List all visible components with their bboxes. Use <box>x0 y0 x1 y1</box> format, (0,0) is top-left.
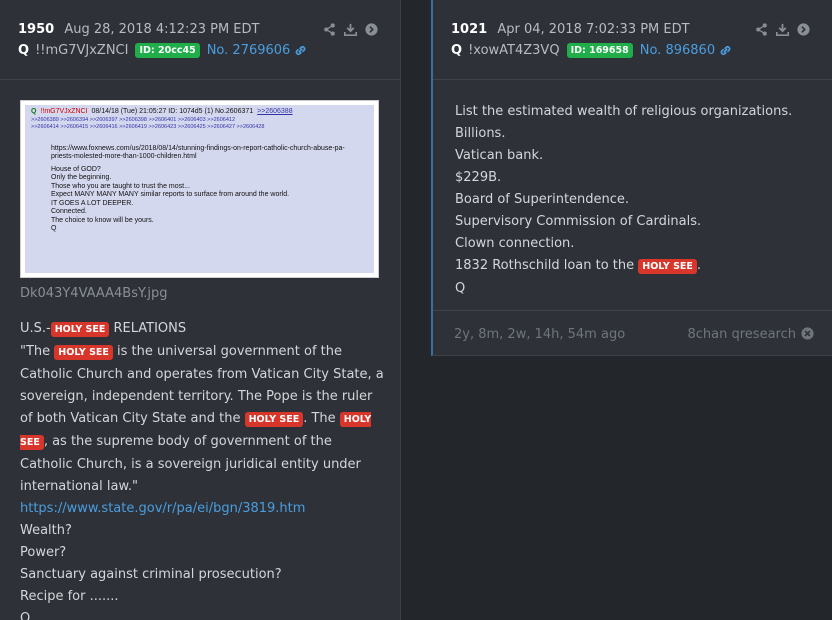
image-line: House of GOD? <box>51 165 101 173</box>
post-number-link[interactable]: No. 2769606 <box>207 43 291 58</box>
post-header: 1021 Apr 04, 2018 7:02:33 PM EDT Q !xowA… <box>433 0 832 80</box>
text-span: 1832 Rothschild loan to the <box>455 258 639 273</box>
link-icon[interactable] <box>719 44 732 57</box>
image-line: Q <box>51 225 57 232</box>
text-line: Recipe for ....... <box>20 589 119 604</box>
text-line: 1832 Rothschild loan to the HOLY SEE. <box>455 255 815 278</box>
text-line: $229B. <box>455 170 502 185</box>
text-line: Power? <box>20 545 67 560</box>
close-icon[interactable] <box>801 327 814 340</box>
id-badge: ID: 20cc45 <box>135 43 200 58</box>
post-header: 1950 Aug 28, 2018 4:12:23 PM EDT Q !!mG7… <box>0 0 400 80</box>
text-line: Wealth? <box>20 523 72 538</box>
image-trip: !!mG7VJxZNCI <box>40 108 88 115</box>
post-footer: 2y, 8m, 2w, 14h, 54m ago 8chan qresearch <box>433 310 832 356</box>
post-author-row: Q !xowAT4Z3VQ ID: 169658 No. 896860 <box>451 43 732 58</box>
download-icon[interactable] <box>776 21 789 36</box>
id-badge: ID: 169658 <box>566 43 633 58</box>
image-filename[interactable]: Dk043Y4VAAA4BsY.jpg <box>20 286 386 301</box>
image-content: Q !!mG7VJxZNCI 08/14/18 (Tue) 21:05:27 I… <box>25 105 374 273</box>
text-line: Supervisory Commission of Cardinals. <box>455 214 702 229</box>
share-icon[interactable] <box>755 21 768 36</box>
source-link[interactable]: https://www.state.gov/r/pa/ei/bgn/3819.h… <box>20 498 385 520</box>
post-actions <box>323 21 378 36</box>
text-span: . <box>696 258 702 273</box>
image-header: Q !!mG7VJxZNCI 08/14/18 (Tue) 21:05:27 I… <box>31 108 368 117</box>
image-line: Connected. <box>51 208 87 215</box>
text-span: , as the supreme body of government of t… <box>20 434 361 494</box>
holy-see-badge: HOLY SEE <box>54 345 113 360</box>
share-icon[interactable] <box>323 21 336 36</box>
text-span: . The <box>303 411 340 426</box>
text-line: U.S.- HOLY SEE RELATIONS <box>20 318 385 341</box>
arrow-right-icon[interactable] <box>365 21 378 36</box>
image-line: The choice to know will be yours. <box>51 216 154 224</box>
image-ref: >>2606388 <box>257 108 293 115</box>
image-line: Expect MANY MANY MANY similar reports to… <box>51 191 290 198</box>
post-meta: 1950 Aug 28, 2018 4:12:23 PM EDT <box>18 22 259 37</box>
image-refs-1: >>2606389 >>2606394 >>2606397 >>2606398 … <box>31 116 236 123</box>
source-label[interactable]: 8chan qresearch <box>688 327 797 342</box>
tripcode: !!mG7VJxZNCI <box>35 43 129 58</box>
author-name: Q <box>451 43 463 58</box>
post-body: Q !!mG7VJxZNCI 08/14/18 (Tue) 21:05:27 I… <box>20 100 386 301</box>
text-line: Q <box>20 611 31 620</box>
link-icon[interactable] <box>294 44 307 57</box>
text-line: Vatican bank. <box>455 148 544 163</box>
image-author: Q <box>31 108 37 115</box>
post-actions <box>755 21 810 36</box>
post-number-link[interactable]: No. 896860 <box>640 43 715 58</box>
image-line: Only the beginning. <box>51 174 112 181</box>
text-span: U.S.- <box>20 321 51 336</box>
post-meta: 1021 Apr 04, 2018 7:02:33 PM EDT <box>451 22 690 37</box>
post-number: 1021 <box>451 22 488 37</box>
image-url: https://www.foxnews.com/us/2018/08/14/st… <box>51 144 345 161</box>
text-line: Billions. <box>455 126 506 141</box>
post-card-1950: 1950 Aug 28, 2018 4:12:23 PM EDT Q !!mG7… <box>0 0 401 620</box>
image-refs-2: >>2606414 >>2606415 >>2606416 >>2606419 … <box>31 123 265 130</box>
holy-see-badge: HOLY SEE <box>50 322 110 337</box>
post-date: Aug 28, 2018 4:12:23 PM EDT <box>64 22 260 37</box>
arrow-right-icon[interactable] <box>797 21 810 36</box>
post-date: Apr 04, 2018 7:02:33 PM EDT <box>497 22 690 37</box>
text-span: "The <box>20 344 55 359</box>
text-line: Board of Superintendence. <box>455 192 630 207</box>
text-line: Q <box>455 281 466 296</box>
post-number: 1950 <box>18 22 55 37</box>
holy-see-badge: HOLY SEE <box>244 412 304 427</box>
image-line: Those who you are taught to trust the mo… <box>51 182 190 190</box>
relative-time: 2y, 8m, 2w, 14h, 54m ago <box>454 327 626 342</box>
text-line: Sanctuary against criminal prosecution? <box>20 567 282 582</box>
post-text: List the estimated wealth of religious o… <box>455 101 815 300</box>
text-span: RELATIONS <box>109 321 187 336</box>
text-line: Clown connection. <box>455 236 575 251</box>
image-meta: 08/14/18 (Tue) 21:05:27 ID: 1074d5 (1) N… <box>91 108 254 115</box>
post-card-1021: 1021 Apr 04, 2018 7:02:33 PM EDT Q !xowA… <box>431 0 832 356</box>
tripcode: !xowAT4Z3VQ <box>468 43 560 58</box>
text-line: List the estimated wealth of religious o… <box>455 104 793 119</box>
image-body: https://www.foxnews.com/us/2018/08/14/st… <box>31 145 368 234</box>
post-text: U.S.- HOLY SEE RELATIONS "The HOLY SEE is… <box>20 318 385 620</box>
post-author-row: Q !!mG7VJxZNCI ID: 20cc45 No. 2769606 <box>18 43 307 58</box>
post-image[interactable]: Q !!mG7VJxZNCI 08/14/18 (Tue) 21:05:27 I… <box>20 100 379 278</box>
quote-paragraph: "The HOLY SEE is the universal governmen… <box>20 341 385 498</box>
holy-see-badge: HOLY SEE <box>638 259 697 274</box>
image-line: IT GOES A LOT DEEPER. <box>51 199 134 207</box>
author-name: Q <box>18 43 30 58</box>
download-icon[interactable] <box>344 21 357 36</box>
